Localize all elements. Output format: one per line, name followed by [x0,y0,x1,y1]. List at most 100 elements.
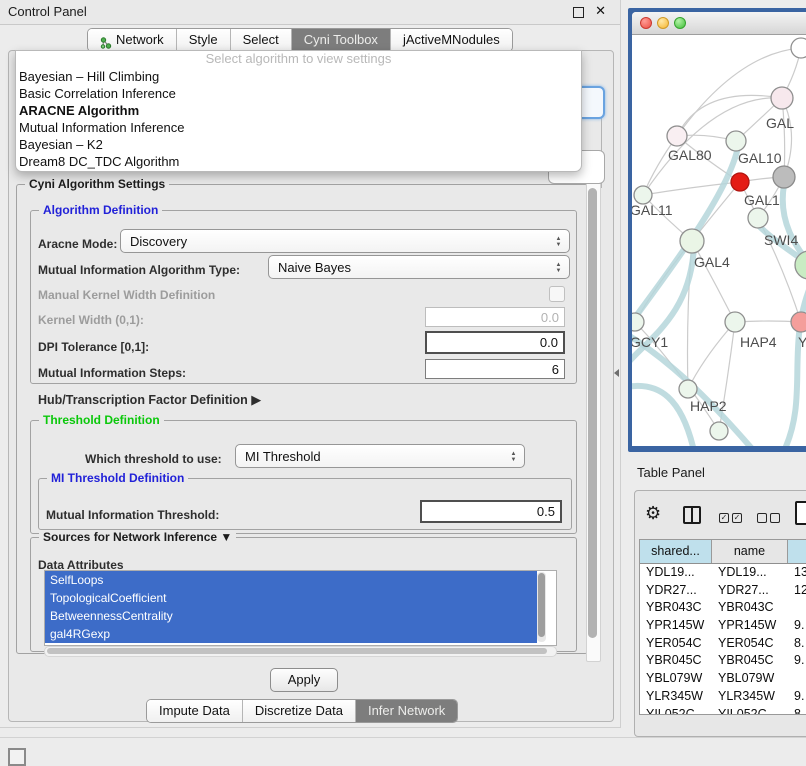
tab-discretize-data[interactable]: Discretize Data [242,700,355,722]
table-cell[interactable]: YBR043C [712,599,788,617]
table-row[interactable]: YLR345WYLR345W9. [640,688,806,706]
table-cell[interactable]: 13. [788,564,806,582]
list-item[interactable]: TopologicalCoefficient [45,589,537,607]
close-traffic-light-icon[interactable] [640,17,652,29]
table-cell[interactable]: 12. [788,582,806,600]
table-cell[interactable]: YBR043C [640,599,712,617]
table-cell[interactable]: YBR045C [712,652,788,670]
checked-checkboxes-icon[interactable]: ✓✓ [719,513,742,523]
network-canvas[interactable]: GALGAL80GAL10GAL1GAL11GAL4SWI4GCY1HAP4YH… [632,35,806,446]
node[interactable] [791,38,806,58]
minimized-panel-icon[interactable] [8,748,26,766]
collapse-down-icon[interactable]: ▼ [220,530,232,544]
table-cell[interactable]: YDR27... [712,582,788,600]
dpi-tolerance-field[interactable]: 0.0 [425,331,565,354]
tab-impute-data[interactable]: Impute Data [147,700,242,722]
table-cell[interactable]: YLR345W [712,688,788,706]
table-row[interactable]: YER054CYER054C8. [640,635,806,653]
tab-jactivemnodules[interactable]: jActiveMNodules [390,29,512,51]
table-cell[interactable]: YBR045C [640,652,712,670]
list-hscrollbar[interactable] [44,646,557,657]
algorithm-option[interactable]: Mutual Information Inference [16,119,581,136]
list-item[interactable]: SelfLoops [45,571,537,589]
node-gal4[interactable] [680,229,704,253]
close-icon[interactable]: ✕ [595,3,606,19]
node-hap4[interactable] [725,312,745,332]
table-row[interactable]: YIL052CYIL052C8. [640,706,806,716]
table-cell[interactable]: 8. [788,635,806,653]
node-gal80[interactable] [667,126,687,146]
network-graph[interactable]: GALGAL80GAL10GAL1GAL11GAL4SWI4GCY1HAP4YH… [632,35,806,446]
table-cell[interactable]: 9. [788,652,806,670]
algorithm-option[interactable]: Dream8 DC_TDC Algorithm [16,153,581,170]
expand-right-icon[interactable]: ▶ [251,392,261,407]
column-header[interactable]: A [788,540,806,563]
which-threshold-combo[interactable]: MI Threshold ▲▼ [235,444,525,468]
algorithm-option[interactable]: Bayesian – K2 [16,136,581,153]
minimize-traffic-light-icon[interactable] [657,17,669,29]
table-cell[interactable]: 9. [788,688,806,706]
unchecked-checkboxes-icon[interactable] [757,513,780,523]
table-cell[interactable]: YBL079W [712,670,788,688]
table-cell[interactable]: YLR345W [640,688,712,706]
apply-button[interactable]: Apply [270,668,338,692]
node-attribute-table[interactable]: shared...nameA YDL19...YDL19...13.YDR27.… [639,539,806,715]
table-cell[interactable]: YBL079W [640,670,712,688]
list-scrollbar[interactable] [537,572,546,642]
tab-infer-network[interactable]: Infer Network [355,700,457,722]
table-cell[interactable]: YDL19... [640,564,712,582]
document-icon[interactable] [795,501,806,525]
list-item[interactable]: gal4RGexp [45,625,537,643]
node-gal1-red[interactable] [731,173,749,191]
mi-type-combo[interactable]: Naive Bayes ▲▼ [268,255,570,279]
table-cell[interactable]: YIL052C [712,706,788,716]
float-window-icon[interactable] [573,7,584,18]
table-cell[interactable]: YPR145W [640,617,712,635]
node-hap2[interactable] [679,380,697,398]
table-cell[interactable]: YDR27... [640,582,712,600]
settings-gear-icon[interactable]: ⚙ [645,503,661,524]
mi-steps-field[interactable]: 6 [425,359,565,379]
column-header[interactable]: name [712,540,788,563]
table-row[interactable]: YDR27...YDR27...12. [640,582,806,600]
aracne-mode-combo[interactable]: Discovery ▲▼ [120,229,570,253]
table-cell[interactable]: 9. [788,617,806,635]
columns-icon[interactable] [683,506,701,524]
manual-kernel-checkbox[interactable] [549,286,565,302]
table-cell[interactable] [788,670,806,688]
panel-scrollbar[interactable] [586,182,601,662]
list-item[interactable]: BetweennessCentrality [45,607,537,625]
table-row[interactable]: YDL19...YDL19...13. [640,564,806,582]
table-cell[interactable]: YIL052C [640,706,712,716]
table-row[interactable]: YBR043CYBR043C [640,599,806,617]
tab-select[interactable]: Select [230,29,291,51]
table-cell[interactable]: YER054C [640,635,712,653]
splitter-collapse-icon[interactable] [614,369,619,377]
table-cell[interactable]: YER054C [712,635,788,653]
tab-style[interactable]: Style [176,29,230,51]
table-cell[interactable]: YDL19... [712,564,788,582]
table-cell[interactable]: 8. [788,706,806,716]
kernel-width-field[interactable]: 0.0 [425,307,565,327]
hub-section-label[interactable]: Hub/Transcription Factor Definition ▶ [38,392,261,408]
zoom-traffic-light-icon[interactable] [674,17,686,29]
tab-network[interactable]: Network [88,29,176,51]
column-header[interactable]: shared... [640,540,712,563]
node-gcy1[interactable] [632,313,644,331]
table-cell[interactable] [788,599,806,617]
node[interactable] [710,422,728,440]
algorithm-option[interactable]: ARACNE Algorithm [16,102,581,119]
table-row[interactable]: YPR145WYPR145W9. [640,617,806,635]
network-window-titlebar[interactable] [632,12,806,35]
data-attributes-list[interactable]: SelfLoopsTopologicalCoefficientBetweenne… [44,570,557,646]
algorithm-option[interactable]: Basic Correlation Inference [16,85,581,102]
tab-cyni-toolbox[interactable]: Cyni Toolbox [291,29,390,51]
node[interactable] [748,208,768,228]
table-row[interactable]: YBR045CYBR045C9. [640,652,806,670]
node-gal10[interactable] [726,131,746,151]
algorithm-option[interactable]: Bayesian – Hill Climbing [16,68,581,85]
table-cell[interactable]: YPR145W [712,617,788,635]
table-row[interactable]: YBL079WYBL079W [640,670,806,688]
node-gal-pink[interactable] [771,87,793,109]
node-gray[interactable] [773,166,795,188]
